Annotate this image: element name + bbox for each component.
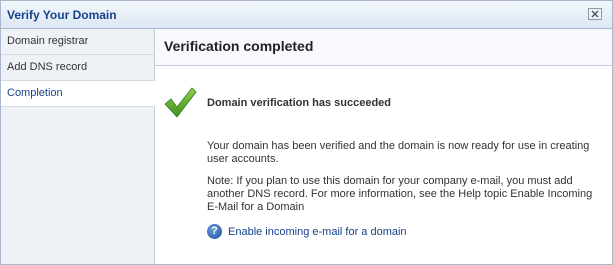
sidebar-item-label: Add DNS record — [7, 61, 88, 73]
verified-message: Your domain has been verified and the do… — [207, 140, 590, 165]
close-button[interactable] — [588, 8, 602, 20]
content-header: Verification completed — [155, 29, 612, 66]
success-heading: Domain verification has succeeded — [207, 97, 392, 109]
steps-sidebar: Domain registrar Add DNS record Completi… — [1, 29, 155, 264]
enable-incoming-email-link[interactable]: ? Enable incoming e-mail for a domain — [207, 224, 407, 239]
close-icon — [591, 10, 599, 18]
sidebar-item-label: Domain registrar — [7, 35, 89, 47]
sidebar-item-label: Completion — [7, 87, 63, 99]
dns-note: Note: If you plan to use this domain for… — [207, 175, 593, 213]
sidebar-item-completion[interactable]: Completion — [1, 81, 155, 107]
help-icon: ? — [207, 224, 222, 239]
help-link-label: Enable incoming e-mail for a domain — [228, 225, 407, 238]
page-title: Verification completed — [164, 38, 314, 54]
checkmark-icon — [164, 87, 197, 118]
sidebar-item-domain-registrar[interactable]: Domain registrar — [1, 29, 154, 55]
window-title: Verify Your Domain — [7, 8, 117, 22]
content-panel: Verification completed Domain verificati… — [155, 29, 612, 264]
verify-domain-window: Verify Your Domain Domain registrar Add … — [0, 0, 613, 265]
title-bar: Verify Your Domain — [1, 1, 612, 29]
sidebar-item-add-dns-record[interactable]: Add DNS record — [1, 55, 154, 81]
